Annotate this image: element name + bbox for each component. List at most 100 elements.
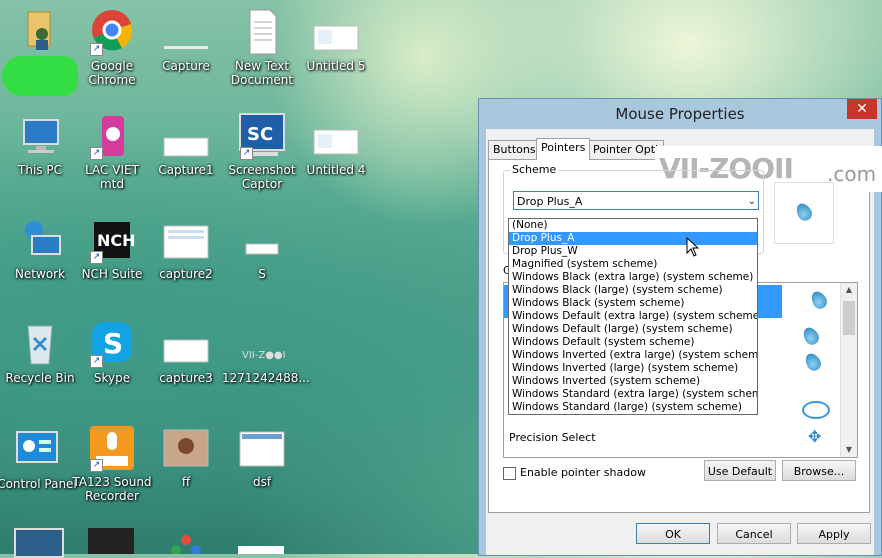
image-file-icon[interactable] [238,546,284,554]
svg-text:SC: SC [247,124,273,145]
scheme-option[interactable]: Windows Inverted (large) (system scheme) [509,362,757,375]
cancel-button[interactable]: Cancel [717,523,791,544]
desktop-icon-screenshot-captor[interactable]: SC ↗ Screenshot Captor [222,112,302,191]
scroll-up-icon[interactable]: ▲ [841,283,857,297]
user-folder-icon [16,4,64,52]
scheme-option[interactable]: Windows Default (system scheme) [509,336,757,349]
scheme-option[interactable]: Windows Black (extra large) (system sche… [509,271,757,284]
dots-app-icon[interactable] [168,534,204,555]
cursor-preview [774,182,834,244]
desktop-icon-google-chrome[interactable]: ↗ Google Chrome [72,8,152,87]
desktop-icon-untitled-4[interactable]: Untitled 4 [296,112,376,177]
desktop-icon-ta123-sound-recorder[interactable]: ↗ TA123 Sound Recorder [72,424,152,503]
close-button[interactable]: ✕ [847,99,877,119]
desktop-icon-ff[interactable]: ff [146,424,226,489]
icon-label: Skype [93,371,131,385]
lacviet-icon: ↗ [88,112,136,160]
skype-icon: S ↗ [88,320,136,368]
image-file-icon [162,216,210,264]
desktop-icon-capture1[interactable]: Capture1 [146,112,226,177]
desktop-icon-1271242488[interactable]: VII-Z●●II 1271242488... [222,320,310,385]
scheme-option[interactable]: (None) [509,219,757,232]
icon-label: 1271242488... [222,371,310,385]
screenshot-captor-icon: SC ↗ [238,112,286,160]
apply-button[interactable]: Apply [797,523,871,544]
scheme-dropdown-list[interactable]: (None) Drop Plus_A Drop Plus_W Magnified… [508,218,758,415]
watermark-tld: .com [827,162,877,186]
desktop-icon-capture[interactable]: Capture [146,8,226,73]
scheme-option[interactable]: Magnified (system scheme) [509,258,757,271]
scheme-option-selected[interactable]: Drop Plus_A [509,232,757,245]
svg-text:VII-Z●●II: VII-Z●●II [242,350,286,361]
desktop-icon-recycle-bin[interactable]: Recycle Bin [0,320,80,385]
icon-label: Untitled 5 [306,59,366,73]
image-file-icon [312,112,360,160]
desktop-icon-dsf[interactable]: dsf [222,424,302,489]
shortcut-arrow-icon: ↗ [90,147,103,160]
image-file-icon [162,8,210,56]
tab-pointer-options[interactable]: Pointer Optio [588,140,664,159]
icon-label: Capture1 [158,163,214,177]
desktop-icon-control-panel[interactable]: Control Panel [0,426,77,491]
browse-button[interactable]: Browse... [782,460,856,481]
ok-button[interactable]: OK [636,523,710,544]
desktop-icon-new-text-document[interactable]: New Text Document [222,8,302,87]
scheme-option[interactable]: Windows Standard (large) (system scheme) [509,401,757,414]
image-file-icon [162,320,210,368]
recycle-bin-icon [16,320,64,368]
title-bar[interactable]: Mouse Properties ✕ [479,99,881,129]
scheme-option[interactable]: Windows Standard (extra large) (system s… [509,388,757,401]
scheme-option[interactable]: Windows Inverted (extra large) (system s… [509,349,757,362]
scheme-option[interactable]: Windows Black (system scheme) [509,297,757,310]
scheme-selected-value: Drop Plus_A [517,195,583,208]
scheme-option[interactable]: Windows Inverted (system scheme) [509,375,757,388]
image-file-icon [312,8,360,56]
checkbox-box[interactable] [503,466,516,480]
list-item[interactable]: Precision Select [509,431,596,444]
image-file-icon [238,424,286,472]
icon-label: Capture [162,59,210,73]
desktop-icon-this-pc[interactable]: This PC [0,112,80,177]
icon-label: Control Panel [0,477,77,491]
user-folder-shortcut[interactable] [0,4,80,96]
computer-icon [16,112,64,160]
drop-cursor-icon [793,200,815,224]
icon-label: Screenshot Captor [228,163,296,191]
chrome-icon: ↗ [88,8,136,56]
scroll-down-icon[interactable]: ▼ [841,443,857,457]
nch-icon: NCH ↗ [88,216,136,264]
desktop-icon-network[interactable]: Network [0,216,80,281]
image-file-icon [238,216,286,264]
text-file-icon [238,8,286,56]
desktop-icon-nch-suite[interactable]: NCH ↗ NCH Suite [72,216,152,281]
help-cursor-icon [800,324,822,348]
icon-label: TA123 Sound Recorder [72,475,152,503]
shortcut-arrow-icon: ↗ [90,459,103,472]
tab-buttons[interactable]: Buttons [488,140,538,159]
desktop-icon-lac-viet[interactable]: ↗ LAC VIET mtd [72,112,152,191]
use-default-button[interactable]: Use Default [704,460,776,481]
desktop-icon-capture2[interactable]: capture2 [146,216,226,281]
audio-app-icon[interactable] [88,528,134,554]
pointer-shadow-checkbox[interactable]: Enable pointer shadow [503,466,646,480]
icon-label: NCH Suite [81,267,143,281]
shortcut-arrow-icon: ↗ [90,251,103,264]
chevron-down-icon[interactable]: ⌄ [748,192,756,211]
scheme-option[interactable]: Windows Black (large) (system scheme) [509,284,757,297]
desktop-icon-capture3[interactable]: capture3 [146,320,226,385]
mouse-pointer-icon [686,236,700,260]
mouse-properties-dialog: Mouse Properties ✕ Buttons Pointers Poin… [478,98,882,556]
scroll-thumb[interactable] [843,301,855,335]
scrollbar[interactable]: ▲ ▼ [840,283,857,457]
scheme-dropdown[interactable]: Drop Plus_A ⌄ [513,191,759,210]
icon-label: capture2 [159,267,213,281]
desktop-icon-skype[interactable]: S ↗ Skype [72,320,152,385]
desktop-icon-s[interactable]: S [222,216,302,281]
image-file-icon: VII-Z●●II [238,320,289,368]
scheme-option[interactable]: Windows Default (large) (system scheme) [509,323,757,336]
desktop-icon-untitled-5[interactable]: Untitled 5 [296,8,376,73]
tab-pointers[interactable]: Pointers [536,138,590,160]
scheme-option[interactable]: Windows Default (extra large) (system sc… [509,310,757,323]
scheme-option[interactable]: Drop Plus_W [509,245,757,258]
image-file-icon [162,424,210,472]
